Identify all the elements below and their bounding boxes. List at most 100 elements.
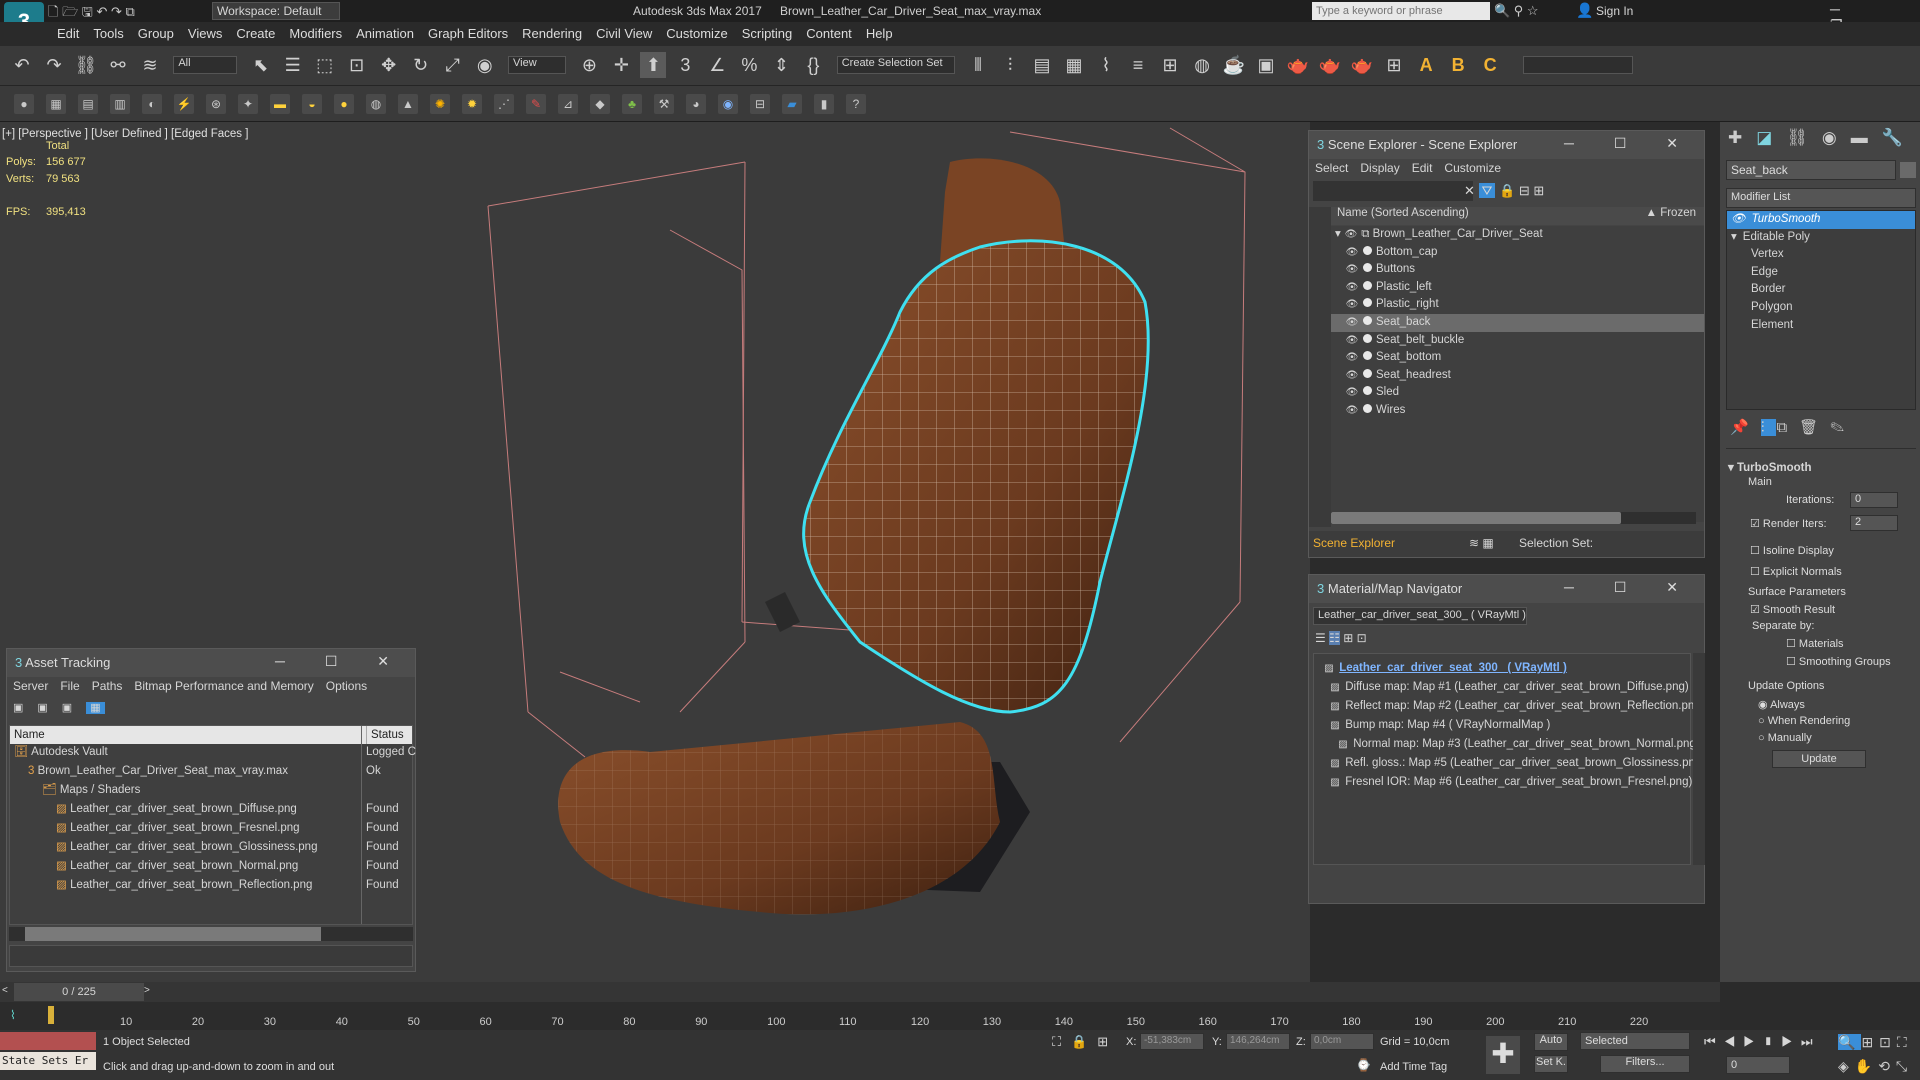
- modifier-eye-icon[interactable]: 👁: [1731, 213, 1746, 225]
- link-icon[interactable]: ⛓: [73, 52, 99, 78]
- spinner-snap-icon[interactable]: ⇕: [768, 52, 794, 78]
- vray-material-icon[interactable]: ◕: [686, 94, 706, 114]
- at-header[interactable]: Name Status: [10, 726, 412, 744]
- mtl-map-item[interactable]: ▨ Normal map: Map #3 (Leather_car_driver…: [1314, 736, 1699, 755]
- se-item-row[interactable]: 👁 Bottom_cap: [1331, 244, 1704, 262]
- vray-plane-icon[interactable]: ▬: [270, 94, 290, 114]
- visibility-icon[interactable]: 👁: [1345, 296, 1359, 314]
- mtl-map-item[interactable]: ▨ Bump map: Map #4 ( VRayNormalMap ): [1314, 717, 1690, 736]
- visibility-icon[interactable]: 👁: [1345, 314, 1359, 332]
- menu-tools[interactable]: Tools: [86, 22, 130, 45]
- add-time-tag[interactable]: Add Time Tag: [1380, 1061, 1447, 1073]
- menu-modifiers[interactable]: Modifiers: [282, 22, 349, 45]
- at-table-row[interactable]: 3 Brown_Leather_Car_Driver_Seat_max_vray…: [10, 763, 412, 782]
- material-editor-icon[interactable]: ◍: [1189, 52, 1215, 78]
- sub-object-item[interactable]: Edge: [1727, 264, 1915, 282]
- at-menu-server[interactable]: Server: [13, 679, 48, 693]
- visibility-icon[interactable]: 👁: [1345, 261, 1359, 279]
- at-table-row[interactable]: ▨ Leather_car_driver_seat_brown_Normal.p…: [10, 858, 412, 877]
- empty-dropdown[interactable]: [1523, 56, 1634, 74]
- x-coordinate-field[interactable]: -51,383cm: [1140, 1033, 1204, 1050]
- vray-sphere-icon[interactable]: ⊛: [206, 94, 226, 114]
- vray-dome-icon[interactable]: ◒: [302, 94, 322, 114]
- modifier-stack-item[interactable]: ▾ Editable Poly: [1727, 229, 1915, 247]
- time-slider[interactable]: < 0 / 225 >: [0, 982, 1720, 1002]
- at-path-field[interactable]: [9, 945, 413, 967]
- vray-scene-icon[interactable]: ◉: [718, 94, 738, 114]
- se-search-input[interactable]: [1313, 181, 1473, 201]
- mtl-root-item[interactable]: ▨ Leather_car_driver_seat_300_ ( VRayMtl…: [1314, 660, 1690, 679]
- se-header[interactable]: Name (Sorted Ascending) ▲ Frozen: [1331, 207, 1704, 225]
- menu-views[interactable]: Views: [181, 22, 229, 45]
- maxscript-listener[interactable]: [0, 1032, 96, 1050]
- se-layers-icon[interactable]: ≋ ▦: [1469, 536, 1494, 550]
- menu-civil-view[interactable]: Civil View: [589, 22, 659, 45]
- explicit-normals-checkbox[interactable]: ☐ Explicit Normals: [1750, 565, 1842, 578]
- object-name-field[interactable]: Seat_back: [1726, 160, 1896, 180]
- rendered-frame-icon[interactable]: ▣: [1253, 52, 1279, 78]
- at-table-row[interactable]: ▨ Leather_car_driver_seat_brown_Glossine…: [10, 839, 412, 858]
- scale-icon[interactable]: ⤢: [440, 52, 466, 78]
- at-menu-options[interactable]: Options: [326, 679, 367, 693]
- mtl-map-item[interactable]: ▨ Refl. gloss.: Map #5 (Leather_car_driv…: [1314, 755, 1705, 774]
- se-menu-customize[interactable]: Customize: [1444, 161, 1501, 175]
- set-key-icon[interactable]: ✚: [1486, 1036, 1520, 1074]
- render-iterative-icon[interactable]: 🫖: [1317, 52, 1343, 78]
- at-menu-file[interactable]: File: [60, 679, 79, 693]
- modifier-stack-item[interactable]: 👁 TurboSmooth: [1727, 211, 1915, 229]
- menu-customize[interactable]: Customize: [659, 22, 734, 45]
- window-crossing-icon[interactable]: ⊡: [344, 52, 370, 78]
- vray-ies-icon[interactable]: ◍: [366, 94, 386, 114]
- set-key-button[interactable]: Set K.: [1534, 1055, 1568, 1073]
- vray-converter-icon[interactable]: ⊟: [750, 94, 770, 114]
- vray-b-icon[interactable]: B: [1445, 52, 1471, 78]
- reference-coord-dropdown[interactable]: View: [508, 56, 567, 74]
- se-footer-label[interactable]: Scene Explorer: [1313, 536, 1395, 550]
- sub-object-item[interactable]: Polygon: [1727, 299, 1915, 317]
- se-selection-set[interactable]: Selection Set:: [1519, 536, 1593, 550]
- always-radio[interactable]: ◉ Always: [1758, 698, 1805, 711]
- mtl-scrollbar[interactable]: [1693, 653, 1705, 865]
- at-table-row[interactable]: ▨ Leather_car_driver_seat_brown_Fresnel.…: [10, 820, 412, 839]
- edit-named-sets-icon[interactable]: {}: [800, 52, 826, 78]
- at-toolbar-icons[interactable]: ▣▣▣ ▦: [13, 701, 105, 714]
- sub-object-item[interactable]: Vertex: [1727, 246, 1915, 264]
- vray-mtl-icon[interactable]: ◐: [142, 94, 162, 114]
- visibility-icon[interactable]: 👁: [1345, 332, 1359, 350]
- object-color-swatch[interactable]: [1900, 162, 1916, 178]
- se-menu-edit[interactable]: Edit: [1412, 161, 1433, 175]
- vray-toolbar-icon[interactable]: ●: [14, 94, 34, 114]
- viewport-nav-icons[interactable]: 🔍⊞⊡⛶: [1838, 1034, 1913, 1051]
- visibility-icon[interactable]: 👁: [1345, 279, 1359, 297]
- schematic-view-icon[interactable]: ⊞: [1157, 52, 1183, 78]
- place-icon[interactable]: ◉: [472, 52, 498, 78]
- vray-c-icon[interactable]: C: [1477, 52, 1503, 78]
- vray-mesh-icon[interactable]: ⊿: [558, 94, 578, 114]
- vray-lights-icon[interactable]: ▤: [78, 94, 98, 114]
- render-iters-spinner[interactable]: 2: [1850, 515, 1898, 531]
- rotate-icon[interactable]: ↻: [408, 52, 434, 78]
- render-setup-icon[interactable]: ☕: [1221, 52, 1247, 78]
- key-filter-dropdown[interactable]: Selected: [1580, 1032, 1690, 1050]
- se-item-row[interactable]: 👁 Seat_headrest: [1331, 367, 1704, 385]
- vray-fur-icon[interactable]: ⋰: [494, 94, 514, 114]
- menu-animation[interactable]: Animation: [349, 22, 421, 45]
- modifier-list-dropdown[interactable]: Modifier List: [1726, 188, 1916, 208]
- vray-ambient-icon[interactable]: ✺: [430, 94, 450, 114]
- mtl-view-icons[interactable]: ☰ ☷ ⊞ ⊡: [1315, 631, 1367, 645]
- select-object-icon[interactable]: ⬉: [248, 52, 274, 78]
- vray-vfb-icon[interactable]: ▰: [782, 94, 802, 114]
- at-scrollbar[interactable]: [9, 927, 413, 941]
- scene-explorer-window-controls[interactable]: ─ ☐ ✕: [1564, 135, 1696, 152]
- se-scrollbar[interactable]: [1331, 512, 1696, 524]
- se-item-row[interactable]: 👁 Buttons: [1331, 261, 1704, 279]
- curve-editor-icon[interactable]: ⌇: [1093, 52, 1119, 78]
- smoothing-groups-checkbox[interactable]: ☐ Smoothing Groups: [1786, 655, 1891, 668]
- vray-sun-icon[interactable]: ●: [334, 94, 354, 114]
- mtl-current-field[interactable]: Leather_car_driver_seat_300_ ( VRayMtl ): [1313, 607, 1527, 625]
- selection-filter-dropdown[interactable]: All: [173, 56, 238, 74]
- prev-frame-icon[interactable]: <: [2, 985, 8, 996]
- search-input[interactable]: [1312, 2, 1490, 20]
- vray-a-icon[interactable]: A: [1413, 52, 1439, 78]
- current-frame-spinner[interactable]: 0: [1726, 1056, 1790, 1074]
